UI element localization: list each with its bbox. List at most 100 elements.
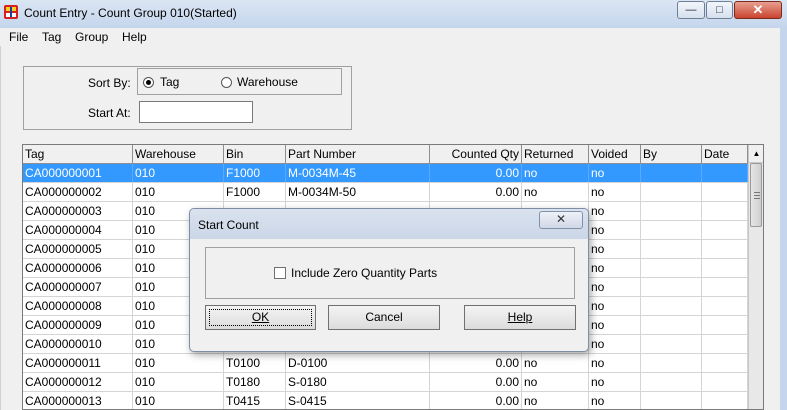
sort-radio-tag[interactable] — [143, 77, 154, 88]
cell-voided: no — [589, 164, 641, 182]
ok-button[interactable]: OK — [205, 305, 316, 330]
cell-tag: CA000000005 — [23, 240, 133, 258]
maximize-button[interactable]: □ — [706, 1, 733, 19]
cancel-button[interactable]: Cancel — [328, 305, 440, 330]
cell-voided: no — [589, 316, 641, 334]
cell-part: M-0034M-50 — [286, 183, 430, 201]
col-counted-qty[interactable]: Counted Qty — [430, 145, 522, 163]
cell-voided: no — [589, 202, 641, 220]
col-warehouse[interactable]: Warehouse — [133, 145, 224, 163]
cell-by — [641, 202, 702, 220]
cell-date — [702, 278, 748, 296]
cell-qty: 0.00 — [430, 183, 522, 201]
cell-by — [641, 221, 702, 239]
cell-part: M-0034M-45 — [286, 164, 430, 182]
cell-tag: CA000000012 — [23, 373, 133, 391]
cell-returned: no — [522, 183, 589, 201]
cell-bin: F1000 — [224, 183, 286, 201]
cell-returned: no — [522, 373, 589, 391]
sort-option-warehouse-label[interactable]: Warehouse — [237, 75, 298, 89]
col-by[interactable]: By — [641, 145, 702, 163]
cell-tag: CA000000009 — [23, 316, 133, 334]
col-date[interactable]: Date — [702, 145, 748, 163]
cell-part: S-0180 — [286, 373, 430, 391]
cell-returned: no — [522, 354, 589, 372]
menu-file[interactable]: File — [9, 30, 28, 44]
ok-button-label: OK — [251, 310, 270, 324]
col-voided[interactable]: Voided — [589, 145, 641, 163]
cell-warehouse: 010 — [133, 183, 224, 201]
cell-date — [702, 316, 748, 334]
grid-header: Tag Warehouse Bin Part Number Counted Qt… — [23, 145, 748, 164]
cell-voided: no — [589, 221, 641, 239]
include-zero-qty-checkbox[interactable] — [274, 267, 286, 279]
cell-date — [702, 202, 748, 220]
col-part-number[interactable]: Part Number — [286, 145, 430, 163]
cell-by — [641, 259, 702, 277]
table-row[interactable]: CA000000011 010 T0100 D-0100 0.00 no no — [23, 354, 748, 373]
cell-qty: 0.00 — [430, 354, 522, 372]
menu-help[interactable]: Help — [122, 30, 147, 44]
scroll-up-arrow-icon[interactable]: ▲ — [749, 145, 763, 163]
menu-tag[interactable]: Tag — [42, 30, 61, 44]
cell-tag: CA000000006 — [23, 259, 133, 277]
menu-group[interactable]: Group — [75, 30, 108, 44]
cell-date — [702, 183, 748, 201]
cell-tag: CA000000002 — [23, 183, 133, 201]
cell-by — [641, 164, 702, 182]
cell-voided: no — [589, 183, 641, 201]
sort-radio-warehouse[interactable] — [221, 77, 232, 88]
cell-warehouse: 010 — [133, 392, 224, 409]
cell-by — [641, 316, 702, 334]
scroll-thumb[interactable] — [750, 163, 762, 227]
cell-by — [641, 240, 702, 258]
cell-voided: no — [589, 240, 641, 258]
window-title: Count Entry - Count Group 010(Started) — [24, 6, 237, 20]
dialog-title-bar: Start Count ✕ — [190, 209, 588, 239]
cell-qty: 0.00 — [430, 164, 522, 182]
col-returned[interactable]: Returned — [522, 145, 589, 163]
cell-date — [702, 335, 748, 353]
sort-option-tag-label[interactable]: Tag — [160, 75, 179, 89]
dialog-close-button[interactable]: ✕ — [539, 211, 583, 229]
cell-bin: F1000 — [224, 164, 286, 182]
cell-returned: no — [522, 392, 589, 409]
window-frame — [780, 28, 787, 410]
include-zero-qty-label[interactable]: Include Zero Quantity Parts — [291, 266, 437, 280]
cell-bin: T0180 — [224, 373, 286, 391]
cell-part: S-0415 — [286, 392, 430, 409]
cell-qty: 0.00 — [430, 373, 522, 391]
table-row[interactable]: CA000000012 010 T0180 S-0180 0.00 no no — [23, 373, 748, 392]
cell-bin: T0415 — [224, 392, 286, 409]
cell-by — [641, 335, 702, 353]
table-row[interactable]: CA000000013 010 T0415 S-0415 0.00 no no — [23, 392, 748, 409]
minimize-icon: — — [685, 4, 697, 16]
app-icon — [4, 5, 18, 19]
cell-warehouse: 010 — [133, 354, 224, 372]
cell-bin: T0100 — [224, 354, 286, 372]
cell-qty: 0.00 — [430, 392, 522, 409]
start-at-input[interactable] — [139, 101, 253, 123]
grid-vertical-scrollbar[interactable]: ▲ — [748, 145, 763, 409]
cell-warehouse: 010 — [133, 164, 224, 182]
cancel-button-label: Cancel — [365, 310, 403, 324]
help-button[interactable]: Help — [464, 305, 576, 330]
table-row[interactable]: CA000000002 010 F1000 M-0034M-50 0.00 no no — [23, 183, 748, 202]
cell-tag: CA000000001 — [23, 164, 133, 182]
cell-by — [641, 373, 702, 391]
col-tag[interactable]: Tag — [23, 145, 133, 163]
table-row[interactable]: CA000000001 010 F1000 M-0034M-45 0.00 no no — [23, 164, 748, 183]
cell-date — [702, 221, 748, 239]
cell-voided: no — [589, 259, 641, 277]
cell-voided: no — [589, 297, 641, 315]
cell-part: D-0100 — [286, 354, 430, 372]
cell-voided: no — [589, 335, 641, 353]
close-button[interactable]: ✕ — [734, 1, 782, 19]
cell-by — [641, 354, 702, 372]
cell-tag: CA000000003 — [23, 202, 133, 220]
cell-returned: no — [522, 164, 589, 182]
cell-by — [641, 392, 702, 409]
col-bin[interactable]: Bin — [224, 145, 286, 163]
cell-voided: no — [589, 354, 641, 372]
minimize-button[interactable]: — — [677, 1, 705, 19]
